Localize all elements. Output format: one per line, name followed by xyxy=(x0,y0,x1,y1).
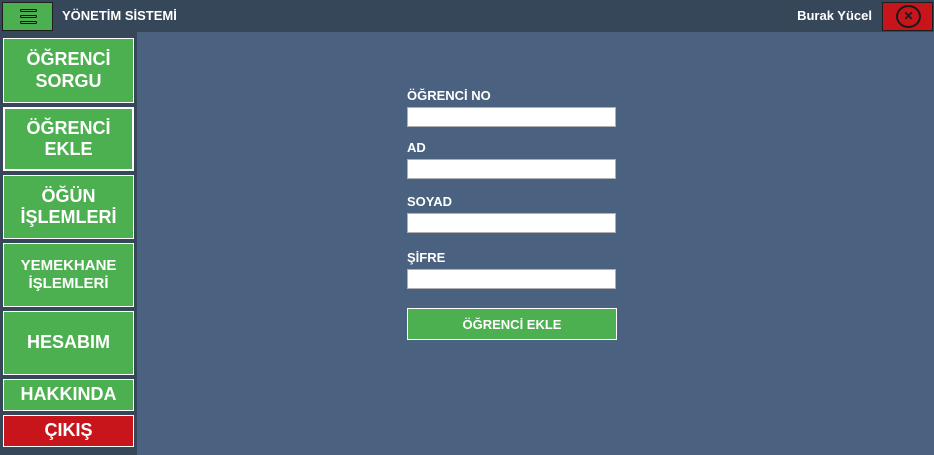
ogrenci-no-input[interactable] xyxy=(407,107,616,127)
sidebar-item-label: ÖĞRENCİ xyxy=(26,117,111,138)
main-content: ÖĞRENCİ NO AD SOYAD ŞİFRE ÖĞRENCİ EKLE xyxy=(137,32,934,455)
ad-label: AD xyxy=(407,140,426,155)
sidebar: ÖĞRENCİ SORGU ÖĞRENCİ EKLE ÖĞÜN İŞLEMLERİ Y… xyxy=(0,32,137,455)
sidebar-item-ogrenci-ekle[interactable]: ÖĞRENCİ EKLE xyxy=(3,107,134,171)
sidebar-item-hesabim[interactable]: HESABIM xyxy=(3,311,134,375)
sidebar-item-label: EKLE xyxy=(44,139,93,159)
sidebar-item-label: YEMEKHANE xyxy=(20,257,117,275)
close-button[interactable]: ✕ xyxy=(882,2,933,31)
sidebar-item-hakkinda[interactable]: HAKKINDA xyxy=(3,379,134,411)
sidebar-item-label: HAKKINDA xyxy=(20,384,117,405)
close-circle-icon: ✕ xyxy=(896,5,921,28)
sidebar-item-yemekhane-islemleri[interactable]: YEMEKHANE İŞLEMLERİ xyxy=(3,243,134,307)
sidebar-item-label: ÖĞÜN xyxy=(41,185,96,206)
sidebar-item-label: ÇIKIŞ xyxy=(44,420,93,441)
title-bar: YÖNETİM SİSTEMİ Burak Yücel ✕ xyxy=(0,0,934,32)
ad-input[interactable] xyxy=(407,159,616,179)
sidebar-item-cikis[interactable]: ÇIKIŞ xyxy=(3,415,134,447)
soyad-label: SOYAD xyxy=(407,194,453,209)
sifre-input[interactable] xyxy=(407,269,616,289)
ogrenci-no-label: ÖĞRENCİ NO xyxy=(407,88,491,103)
sidebar-item-label: İŞLEMLERİ xyxy=(20,207,117,227)
sidebar-item-label: SORGU xyxy=(35,70,102,91)
sidebar-item-label: HESABIM xyxy=(26,332,110,353)
sidebar-item-ogrenci-sorgu[interactable]: ÖĞRENCİ SORGU xyxy=(3,38,134,103)
menu-button[interactable] xyxy=(2,2,53,31)
ogrenci-ekle-button[interactable]: ÖĞRENCİ EKLE xyxy=(407,308,617,340)
user-name: Burak Yücel xyxy=(797,8,872,23)
sidebar-item-label: İŞLEMLERİ xyxy=(28,275,109,292)
sidebar-item-label: ÖĞRENCİ xyxy=(26,49,111,70)
soyad-input[interactable] xyxy=(407,213,616,233)
sidebar-item-ogun-islemleri[interactable]: ÖĞÜN İŞLEMLERİ xyxy=(3,175,134,239)
sifre-label: ŞİFRE xyxy=(407,250,446,265)
app-title: YÖNETİM SİSTEMİ xyxy=(62,8,177,23)
